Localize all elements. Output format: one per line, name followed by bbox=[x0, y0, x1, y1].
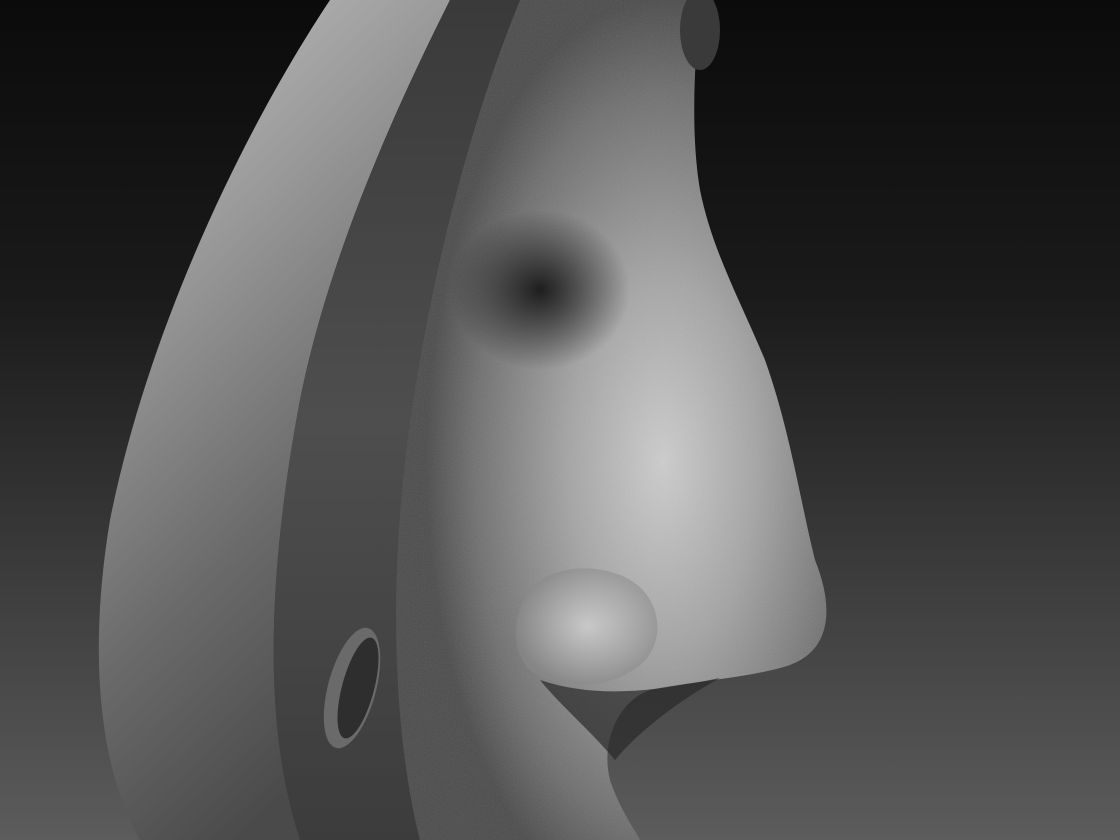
render-viewport bbox=[0, 0, 1120, 840]
sculpt-render bbox=[0, 0, 1120, 840]
nostril-wing bbox=[515, 568, 658, 685]
eye-socket-shadow bbox=[450, 210, 630, 370]
